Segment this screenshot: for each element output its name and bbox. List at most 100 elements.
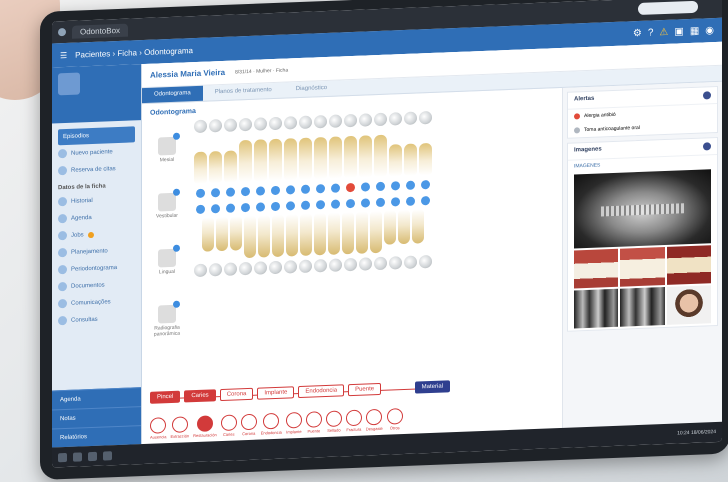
folder-icon[interactable]: [88, 451, 97, 461]
tooth[interactable]: [404, 143, 417, 177]
tooth-marker[interactable]: [241, 186, 250, 196]
tooth[interactable]: [286, 214, 298, 257]
tooth-occlusal[interactable]: [314, 258, 327, 273]
tooth[interactable]: [329, 136, 342, 179]
calendar-icon[interactable]: ▦: [690, 25, 699, 36]
tab-diagnosis[interactable]: Diagnóstico: [284, 81, 339, 98]
tooth-occlusal[interactable]: [419, 254, 432, 269]
tool-absence[interactable]: Ausencia: [150, 417, 166, 440]
tooth-marker[interactable]: [286, 200, 295, 211]
tooth-occlusal[interactable]: [269, 116, 282, 131]
tooth-marker[interactable]: [421, 195, 430, 205]
tooth-marker[interactable]: [376, 181, 385, 191]
help-icon[interactable]: ?: [648, 27, 654, 38]
tooth-marker[interactable]: [271, 201, 280, 211]
add-alert-icon[interactable]: [703, 91, 711, 100]
tool-caries[interactable]: Caries: [220, 414, 237, 437]
intraoral-photo[interactable]: [666, 245, 711, 285]
tooth-occlusal[interactable]: [299, 259, 312, 274]
tooth-marker[interactable]: [331, 198, 340, 209]
tooth-occlusal[interactable]: [224, 118, 237, 132]
tooth[interactable]: [244, 215, 256, 259]
tooth-occlusal[interactable]: [329, 114, 342, 128]
tooth-marker[interactable]: [361, 181, 370, 192]
panoramic-xray-image[interactable]: [574, 169, 711, 249]
tooth-occlusal[interactable]: [374, 256, 387, 271]
tooth-marker[interactable]: [421, 179, 430, 189]
tooth-marker[interactable]: [226, 203, 235, 213]
tooth[interactable]: [216, 216, 228, 252]
tooth[interactable]: [342, 211, 354, 255]
tooth-occlusal[interactable]: [299, 115, 312, 130]
tooth-occlusal[interactable]: [254, 117, 267, 131]
tab-odontogram[interactable]: Odontograma: [142, 85, 203, 104]
tooth-marker[interactable]: [256, 201, 265, 212]
settings-icon[interactable]: ⚙: [633, 27, 642, 38]
tooth[interactable]: [328, 212, 340, 255]
tooth-occlusal[interactable]: [389, 256, 402, 270]
tool-sealant[interactable]: Sellado: [325, 410, 342, 433]
tooth-occlusal[interactable]: [344, 113, 357, 128]
tooth-occlusal[interactable]: [284, 260, 297, 274]
tooth-marker[interactable]: [301, 184, 310, 194]
tooth[interactable]: [284, 138, 297, 181]
tooth[interactable]: [374, 134, 387, 178]
tool-crown[interactable]: Corona: [240, 413, 257, 437]
search-icon[interactable]: [73, 451, 82, 462]
add-image-icon[interactable]: [703, 142, 711, 151]
tooth[interactable]: [344, 135, 357, 179]
tooth[interactable]: [384, 210, 396, 245]
tooth-occlusal[interactable]: [239, 117, 252, 132]
patient-card[interactable]: [52, 64, 141, 124]
patient-portrait-photo[interactable]: [666, 285, 711, 325]
material-button[interactable]: Material: [414, 380, 450, 394]
tool-bridge[interactable]: Puente: [305, 411, 322, 434]
tooth[interactable]: [269, 138, 282, 182]
tooth-marker[interactable]: [346, 198, 355, 208]
tab-treatment-plans[interactable]: Planos de tratamento: [203, 83, 284, 101]
tooth-occlusal[interactable]: [329, 258, 342, 272]
tooth-marker[interactable]: [286, 184, 295, 195]
toolbar-implant-button[interactable]: Implante: [257, 386, 295, 400]
tooth[interactable]: [419, 142, 432, 176]
tooth-occlusal[interactable]: [239, 261, 252, 276]
tooth-marker[interactable]: [226, 187, 235, 197]
view-panoramic[interactable]: Radiografia panorâmica: [152, 304, 182, 356]
tooth[interactable]: [300, 213, 312, 257]
tooth-marker[interactable]: [271, 185, 280, 195]
tooth[interactable]: [356, 211, 368, 254]
tooth-occlusal[interactable]: [359, 257, 372, 271]
tooth-occlusal[interactable]: [344, 257, 357, 272]
menu-icon[interactable]: ☰: [60, 50, 67, 59]
intraoral-photo[interactable]: [574, 248, 619, 289]
tooth-occlusal[interactable]: [194, 263, 207, 278]
periapical-xray-image[interactable]: [620, 287, 665, 327]
tooth[interactable]: [398, 209, 410, 245]
brush-button[interactable]: Pincel: [150, 390, 181, 404]
address-bar[interactable]: [638, 0, 698, 16]
tooth-occlusal[interactable]: [419, 110, 432, 125]
tooth-marker[interactable]: [391, 180, 400, 191]
print-icon[interactable]: ▣: [674, 26, 683, 37]
tooth-marker[interactable]: [391, 196, 400, 207]
tooth-marker[interactable]: [196, 204, 205, 214]
tool-restoration[interactable]: Restauración: [193, 415, 217, 438]
tooth-marker[interactable]: [376, 197, 385, 207]
tooth[interactable]: [258, 215, 270, 258]
tooth[interactable]: [299, 137, 312, 181]
tooth-marker[interactable]: [316, 183, 325, 193]
tooth[interactable]: [272, 214, 284, 258]
tool-implant[interactable]: Implante: [285, 411, 302, 435]
view-vestibular[interactable]: Vestibular: [152, 192, 182, 244]
sidebar-item-consults[interactable]: Consultas: [52, 309, 141, 329]
tooth[interactable]: [389, 144, 402, 177]
tooth[interactable]: [314, 136, 327, 180]
tool-wear[interactable]: Desgaste: [366, 408, 383, 431]
warning-icon[interactable]: ⚠: [659, 26, 668, 37]
tooth-occlusal[interactable]: [374, 112, 387, 127]
tooth[interactable]: [202, 217, 214, 252]
tooth-marker[interactable]: [196, 188, 205, 198]
tooth-occlusal[interactable]: [359, 113, 372, 127]
tooth-marker[interactable]: [211, 187, 220, 197]
tool-fracture[interactable]: Fractura: [345, 409, 362, 433]
